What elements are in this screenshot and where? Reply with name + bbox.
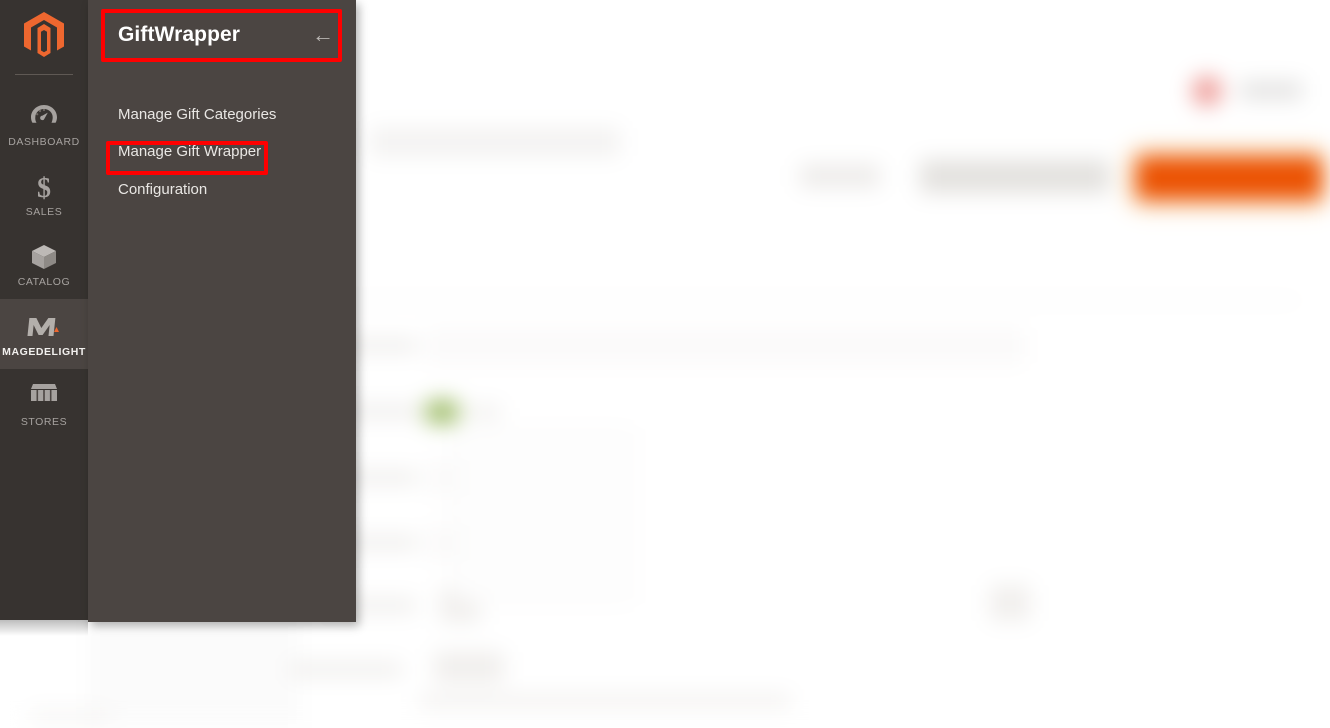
sidebar-item-label: CATALOG <box>17 276 71 288</box>
submenu-title: GiftWrapper <box>118 23 241 46</box>
background-icon-button <box>990 585 1030 621</box>
background-section-divider <box>300 300 1300 301</box>
magento-logo[interactable] <box>0 0 88 74</box>
sidebar-item-sales[interactable]: $ SALES <box>0 159 88 229</box>
background-upload-control <box>434 652 504 682</box>
arrow-left-icon[interactable]: ← <box>308 22 338 48</box>
list-item: Manage Gift Wrapper <box>88 133 356 170</box>
submenu-item-configuration[interactable]: Configuration <box>88 171 356 208</box>
background-page-title <box>370 128 620 156</box>
box-cube-icon <box>0 242 88 272</box>
background-field-input <box>430 330 1022 362</box>
sidebar-drop-shadow <box>0 620 88 636</box>
submenu-header: GiftWrapper ← <box>88 0 356 70</box>
dashboard-gauge-icon <box>0 102 88 132</box>
sidebar-item-magedelight[interactable]: MAGEDELIGHT <box>0 299 88 369</box>
user-account-menu <box>1240 82 1302 99</box>
giftwrapper-submenu-panel: GiftWrapper ← Manage Gift Categories Man… <box>88 0 356 622</box>
sidebar-item-dashboard[interactable]: DASHBOARD <box>0 89 88 159</box>
submenu-item-manage-gift-categories[interactable]: Manage Gift Categories <box>88 96 356 133</box>
list-item: Manage Gift Categories <box>88 96 356 133</box>
background-field-label <box>290 664 402 675</box>
sidebar-divider <box>15 74 73 75</box>
background-toggle-label <box>470 406 500 418</box>
background-secondary-button <box>800 165 880 187</box>
sidebar-item-stores[interactable]: STORES <box>0 369 88 439</box>
background-tertiary-button <box>920 160 1110 193</box>
sidebar-item-catalog[interactable]: CATALOG <box>0 229 88 299</box>
submenu-item-manage-gift-wrapper[interactable]: Manage Gift Wrapper <box>88 133 356 170</box>
magento-logo-icon <box>22 10 66 65</box>
sidebar-item-label: STORES <box>20 416 68 428</box>
submenu-list: Manage Gift Categories Manage Gift Wrapp… <box>88 96 356 208</box>
svg-text:$: $ <box>37 173 51 202</box>
notification-badge <box>1192 76 1222 106</box>
admin-sidebar-rail: DASHBOARD $ SALES CATALOG MAGEDELIGHT ST… <box>0 0 88 620</box>
sidebar-item-label: DASHBOARD <box>8 136 80 148</box>
magedelight-m-icon <box>0 312 88 342</box>
background-preview-card <box>455 430 632 602</box>
background-primary-save-button <box>1136 156 1322 200</box>
dollar-sign-icon: $ <box>0 172 88 202</box>
storefront-awning-icon <box>0 382 88 412</box>
sidebar-item-label: SALES <box>25 206 63 218</box>
sidebar-item-label: MAGEDELIGHT <box>2 346 86 358</box>
background-status-toggle <box>424 400 460 424</box>
background-footer-text <box>420 695 790 707</box>
background-copyright-text <box>30 712 110 721</box>
list-item: Configuration <box>88 171 356 208</box>
